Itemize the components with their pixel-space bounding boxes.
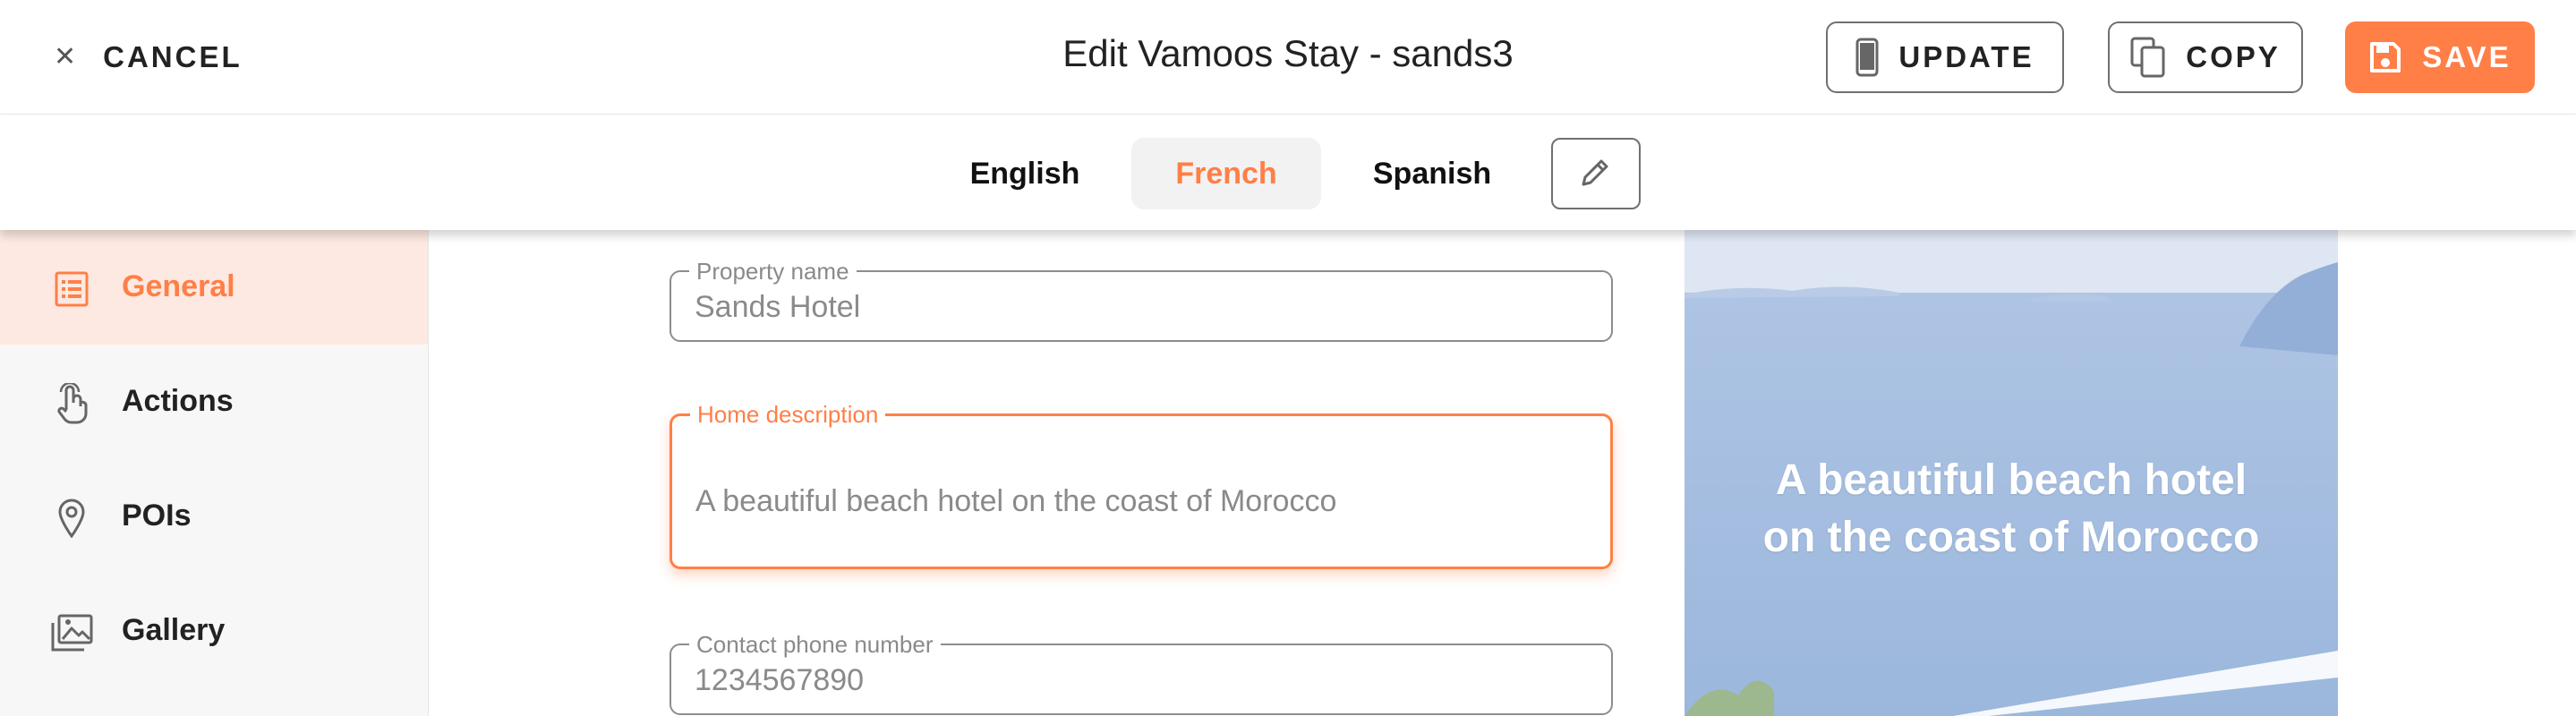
home-description-label: Home description bbox=[690, 402, 886, 427]
tab-french[interactable]: French bbox=[1131, 138, 1321, 209]
sidebar-item-label: General bbox=[122, 269, 235, 303]
gallery-icon bbox=[50, 611, 93, 654]
property-name-field[interactable]: Property name Sands Hotel bbox=[670, 259, 1613, 342]
list-icon bbox=[50, 268, 93, 311]
language-tabs: English French Spanish bbox=[0, 115, 2576, 230]
sidebar-item-gallery[interactable]: Gallery bbox=[0, 574, 428, 688]
preview-line-2: on the coast of Morocco bbox=[1762, 514, 2260, 561]
save-label: SAVE bbox=[2422, 40, 2512, 73]
home-description-value: A beautiful beach hotel on the coast of … bbox=[695, 484, 1337, 518]
contact-phone-label: Contact phone number bbox=[689, 632, 941, 657]
location-pin-icon bbox=[50, 497, 93, 540]
sidebar-item-pois[interactable]: POIs bbox=[0, 459, 428, 574]
edit-languages-button[interactable] bbox=[1551, 138, 1641, 209]
sidebar-item-label: POIs bbox=[122, 499, 192, 533]
phone-preview: A beautiful beach hotel on the coast of … bbox=[1685, 230, 2338, 716]
tab-english[interactable]: English bbox=[949, 138, 1101, 209]
sidebar: General Actions POIs Gallery bbox=[0, 230, 429, 716]
copy-icon bbox=[2130, 37, 2166, 78]
update-label: UPDATE bbox=[1898, 40, 2034, 73]
floppy-disk-icon bbox=[2368, 40, 2402, 74]
save-button[interactable]: SAVE bbox=[2345, 21, 2535, 93]
sidebar-item-actions[interactable]: Actions bbox=[0, 345, 428, 459]
sidebar-item-label: Gallery bbox=[122, 613, 226, 647]
phone-icon bbox=[1855, 38, 1879, 77]
tab-spanish[interactable]: Spanish bbox=[1343, 138, 1522, 209]
property-name-label: Property name bbox=[689, 259, 857, 284]
sidebar-item-general[interactable]: General bbox=[0, 230, 428, 345]
cancel-button[interactable]: ✕ CANCEL bbox=[54, 36, 243, 79]
preview-description: A beautiful beach hotel on the coast of … bbox=[1685, 452, 2338, 567]
cancel-label: CANCEL bbox=[103, 40, 243, 73]
contact-phone-value: 1234567890 bbox=[695, 663, 865, 697]
pencil-icon bbox=[1578, 154, 1614, 194]
touch-icon bbox=[50, 382, 93, 425]
preview-line-1: A beautiful beach hotel bbox=[1775, 456, 2248, 504]
copy-button[interactable]: COPY bbox=[2108, 21, 2303, 93]
home-description-field[interactable]: Home description A beautiful beach hotel… bbox=[670, 402, 1613, 569]
property-name-value: Sands Hotel bbox=[695, 290, 861, 324]
close-icon: ✕ bbox=[54, 42, 77, 72]
copy-label: COPY bbox=[2186, 40, 2281, 73]
top-bar: ✕ CANCEL Edit Vamoos Stay - sands3 UPDAT… bbox=[0, 0, 2576, 115]
update-button[interactable]: UPDATE bbox=[1826, 21, 2064, 93]
sidebar-item-label: Actions bbox=[122, 384, 234, 418]
contact-phone-field[interactable]: Contact phone number 1234567890 bbox=[670, 632, 1613, 715]
